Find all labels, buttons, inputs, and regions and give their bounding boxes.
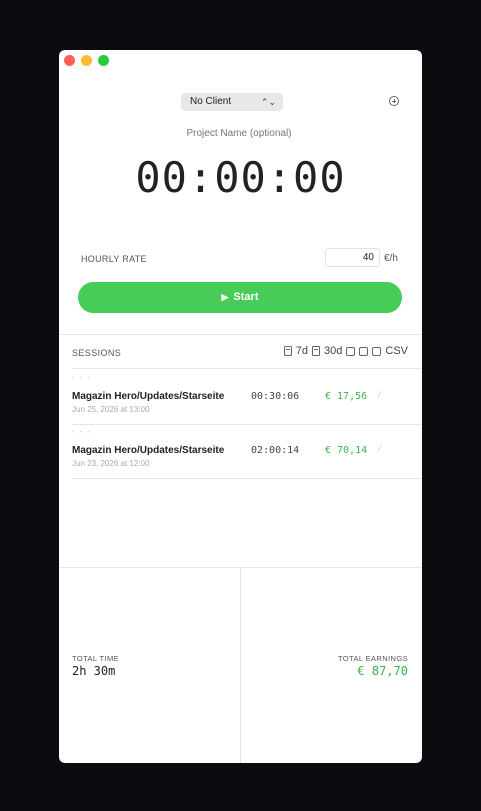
drag-handle-icon[interactable]: • • • — [72, 376, 92, 382]
edit-pencil-icon[interactable]: ⁄ — [379, 444, 381, 455]
divider — [59, 334, 422, 335]
session-date: Jun 23, 2026 at 12:00 — [72, 459, 150, 468]
filter-7d[interactable]: 7d — [296, 345, 308, 357]
export-file-icon[interactable] — [372, 346, 382, 356]
client-select-value: No Client — [190, 96, 232, 107]
edit-pencil-icon[interactable]: ⁄ — [379, 390, 381, 401]
session-row[interactable]: • • • Magazin Hero/Updates/Starseite Jun… — [59, 424, 422, 478]
rate-unit: €/h — [384, 253, 398, 264]
drag-handle-icon[interactable]: • • • — [72, 430, 92, 436]
total-earnings-panel: TOTAL EARNINGS € 87,70 — [241, 567, 422, 763]
zoom-window-button[interactable] — [98, 55, 109, 66]
session-duration: 02:00:14 — [251, 445, 300, 456]
session-name: Magazin Hero/Updates/Starseite — [72, 391, 225, 402]
start-button-label: Start — [233, 291, 259, 303]
session-duration: 00:30:06 — [251, 391, 300, 402]
session-earnings: € 17,56 — [325, 391, 368, 402]
app-window: No Client ⌃⌄ 00:00:00 HOURLY RATE €/h ▶ S… — [59, 50, 422, 763]
sessions-toolbar: 7d 30d CSV — [280, 345, 408, 357]
total-time-value: 2h 30m — [72, 664, 116, 678]
client-select[interactable]: No Client ⌃⌄ — [181, 93, 283, 111]
share-icon[interactable] — [359, 346, 369, 356]
close-window-button[interactable] — [64, 55, 75, 66]
title-bar — [59, 50, 422, 70]
timer-display: 00:00:00 — [135, 153, 346, 202]
session-name: Magazin Hero/Updates/Starseite — [72, 445, 225, 456]
total-earnings-value: € 87,70 — [357, 664, 408, 678]
chevron-updown-icon: ⌃⌄ — [260, 97, 276, 107]
minimize-window-button[interactable] — [81, 55, 92, 66]
total-time-label: TOTAL TIME — [72, 654, 120, 663]
calendar-icon[interactable] — [312, 346, 321, 356]
total-earnings-label: TOTAL EARNINGS — [337, 654, 408, 663]
divider — [72, 478, 422, 479]
add-client-plus-icon[interactable] — [389, 96, 399, 106]
filter-30d[interactable]: 30d — [324, 345, 342, 357]
calendar-icon[interactable] — [283, 346, 292, 356]
hourly-rate-label: HOURLY RATE — [81, 254, 147, 264]
hourly-rate-input[interactable] — [325, 248, 380, 267]
session-date: Jun 25, 2026 at 13:00 — [72, 405, 150, 414]
download-icon[interactable] — [346, 346, 356, 356]
play-icon: ▶ — [221, 292, 229, 302]
csv-export-button[interactable]: CSV — [385, 345, 408, 357]
session-earnings: € 70,14 — [325, 445, 368, 456]
divider — [72, 368, 422, 369]
project-name-input[interactable] — [139, 126, 339, 140]
session-row[interactable]: • • • Magazin Hero/Updates/Starseite Jun… — [59, 370, 422, 424]
start-button[interactable]: ▶ Start — [78, 282, 402, 313]
sessions-header: SESSIONS — [72, 348, 122, 358]
total-time-panel: TOTAL TIME 2h 30m — [59, 567, 240, 763]
